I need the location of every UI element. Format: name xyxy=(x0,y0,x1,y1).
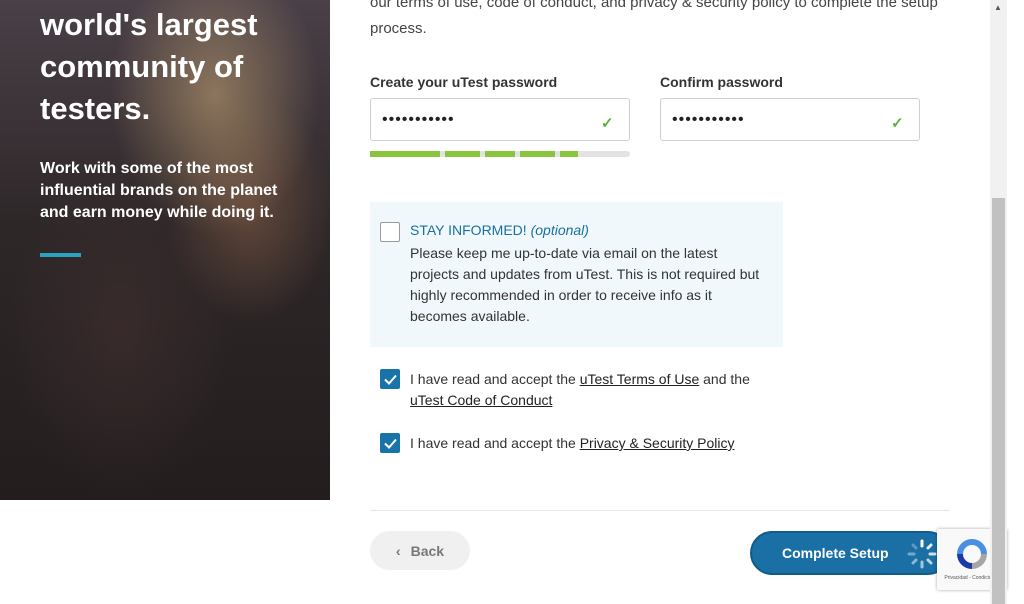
chevron-left-icon: ‹ xyxy=(395,542,401,559)
hero-panel: world's largest community of testers. Wo… xyxy=(0,0,330,500)
scroll-up-arrow-icon[interactable]: ▲ xyxy=(994,3,1002,12)
password-input[interactable] xyxy=(370,98,630,141)
confirm-password-label: Confirm password xyxy=(660,74,783,90)
code-of-conduct-link[interactable]: uTest Code of Conduct xyxy=(410,392,552,408)
checkmark-icon xyxy=(384,438,397,449)
privacy-policy-link[interactable]: Privacy & Security Policy xyxy=(580,435,735,451)
strength-segment xyxy=(560,151,578,157)
stay-informed-title-text: STAY INFORMED! xyxy=(410,222,527,238)
back-button[interactable]: ‹ Back xyxy=(370,531,470,570)
terms-of-use-link[interactable]: uTest Terms of Use xyxy=(580,371,700,387)
intro-text: our terms of use, code of conduct, and p… xyxy=(370,0,938,37)
password-valid-icon: ✓ xyxy=(601,115,614,132)
terms-middle: and the xyxy=(703,371,750,387)
hero-subtitle: Work with some of the most influential b… xyxy=(40,160,278,221)
password-strength-meter xyxy=(370,151,630,157)
strength-segment xyxy=(520,151,555,157)
recaptcha-icon xyxy=(957,539,987,569)
divider xyxy=(370,510,950,511)
loading-spinner-icon xyxy=(907,539,937,569)
terms-prefix: I have read and accept the xyxy=(410,371,576,387)
password-label: Create your uTest password xyxy=(370,74,558,90)
confirm-password-valid-icon: ✓ xyxy=(891,115,904,132)
hero-accent-line xyxy=(40,253,81,257)
privacy-prefix: I have read and accept the xyxy=(410,435,576,451)
back-label: Back xyxy=(410,542,445,559)
strength-segment xyxy=(370,151,440,157)
strength-segment xyxy=(485,151,515,157)
privacy-checkbox[interactable] xyxy=(380,433,400,453)
terms-text: I have read and accept the uTest Terms o… xyxy=(410,369,780,411)
terms-checkbox[interactable] xyxy=(380,369,400,389)
strength-segment xyxy=(445,151,480,157)
confirm-password-input[interactable] xyxy=(660,98,920,141)
hero-title: world's largest community of testers. xyxy=(40,7,258,126)
stay-informed-optional: (optional) xyxy=(530,222,589,238)
stay-informed-checkbox[interactable] xyxy=(380,222,400,242)
stay-informed-text: Please keep me up-to-date via email on t… xyxy=(410,245,760,324)
scrollbar-thumb[interactable] xyxy=(992,198,1005,604)
privacy-text: I have read and accept the Privacy & Sec… xyxy=(410,433,780,454)
stay-informed-title: STAY INFORMED! (optional) xyxy=(410,222,589,238)
checkmark-icon xyxy=(384,374,397,385)
